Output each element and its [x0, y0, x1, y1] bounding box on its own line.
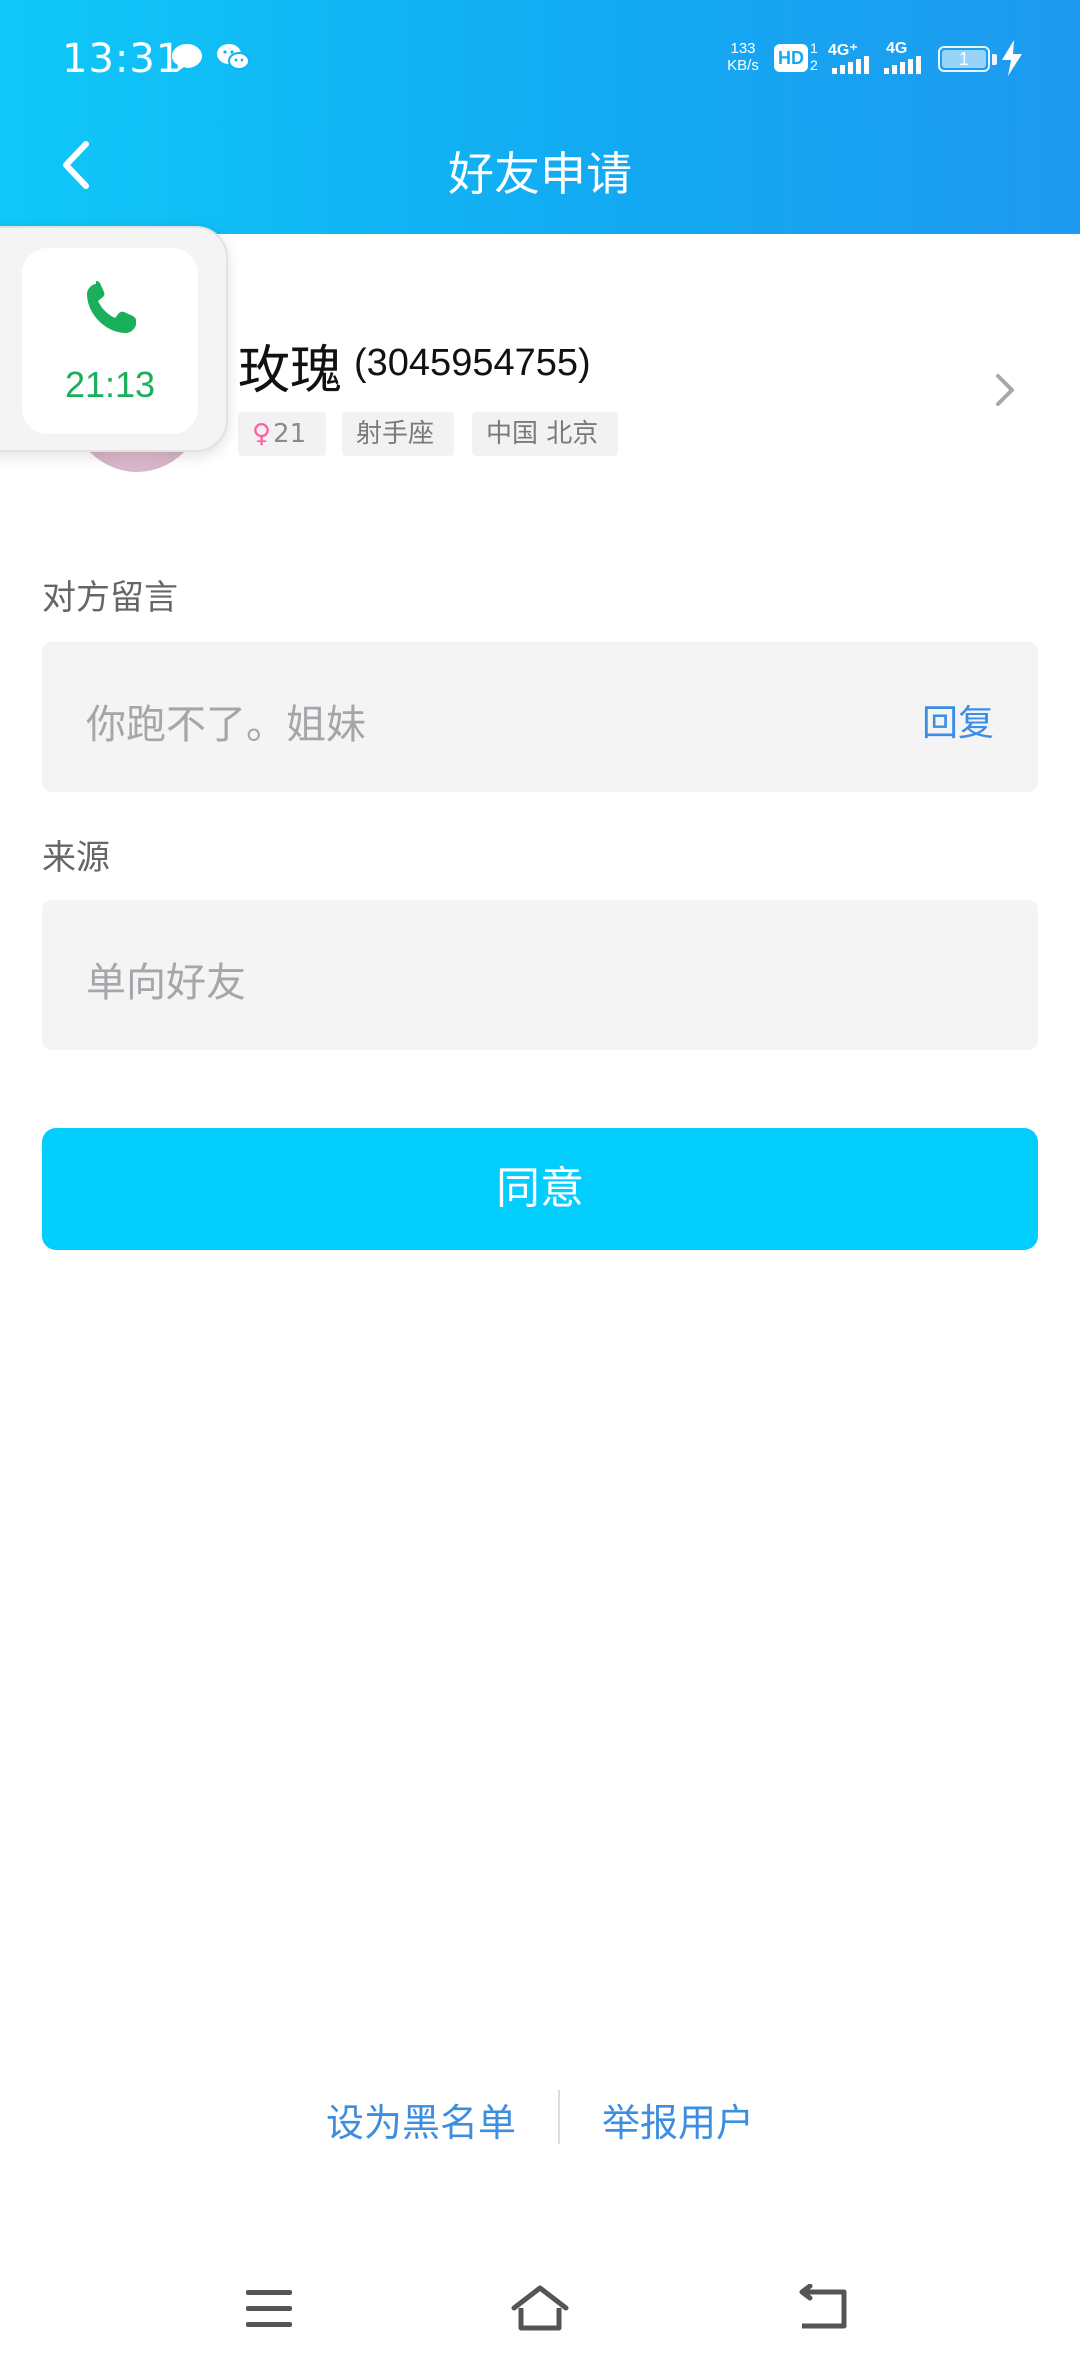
blacklist-button[interactable]: 设为黑名单	[326, 2092, 516, 2147]
zodiac-tag: 射手座	[342, 412, 454, 456]
source-section-label: 来源	[42, 838, 110, 878]
signal-icon	[832, 56, 869, 74]
chevron-right-icon[interactable]	[990, 368, 1020, 412]
battery-nub	[992, 54, 997, 65]
source-box: 单向好友	[42, 900, 1038, 1050]
age-tag: ♀21	[238, 412, 326, 456]
floating-call-widget[interactable]: 21:13	[0, 226, 228, 452]
network-speed-value: 133	[730, 40, 756, 57]
profile-name: 玫瑰	[238, 341, 343, 401]
call-duration: 21:13	[64, 364, 156, 405]
age-value: 21	[273, 419, 307, 449]
agree-button[interactable]: 同意	[42, 1128, 1038, 1250]
report-user-button[interactable]: 举报用户	[602, 2092, 754, 2147]
hd-badge: HD	[774, 44, 808, 72]
status-time: 13:31	[62, 36, 183, 82]
message-text: 你跑不了。姐妹	[86, 702, 366, 748]
hd-sub-top: 1	[810, 40, 818, 56]
menu-icon[interactable]	[244, 2284, 296, 2334]
back-nav-icon[interactable]	[796, 2284, 852, 2334]
home-icon[interactable]	[510, 2284, 570, 2336]
battery-level: 1	[958, 49, 969, 69]
network-speed-unit: KB/s	[727, 57, 759, 74]
signal-icon-sim2	[884, 56, 921, 74]
app-header: 13:31 133 KB/s HD 1 2 4G⁺ 4G 1 好友申请	[0, 0, 1080, 234]
female-icon: ♀	[252, 419, 272, 449]
wechat-icon	[217, 44, 250, 70]
network-speed: 133 KB/s	[724, 40, 762, 74]
chat-bubble-icon	[172, 44, 202, 72]
charging-icon	[1002, 40, 1022, 76]
source-text: 单向好友	[86, 960, 246, 1006]
page-title: 好友申请	[448, 147, 632, 201]
battery-icon: 1	[938, 46, 990, 72]
link-divider	[558, 2090, 560, 2144]
phone-icon	[87, 281, 136, 333]
hd-sim-indicator: 1 2	[810, 40, 818, 74]
message-box: 你跑不了。姐妹 回复	[42, 642, 1038, 792]
location-tag: 中国 北京	[472, 412, 618, 456]
call-widget-inner[interactable]: 21:13	[22, 248, 198, 434]
profile-id: (3045954755)	[354, 342, 591, 384]
reply-button[interactable]: 回复	[922, 694, 994, 746]
message-section-label: 对方留言	[42, 578, 178, 618]
hd-sub-bottom: 2	[810, 57, 818, 73]
